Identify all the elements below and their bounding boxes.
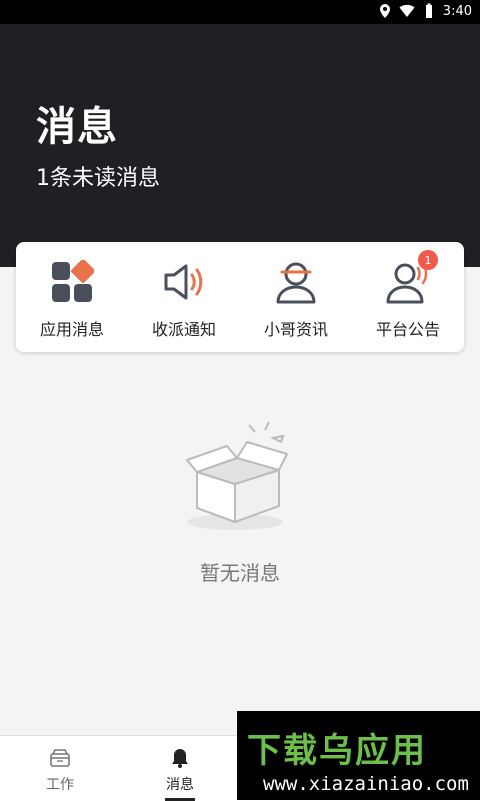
- unread-badge: 1: [418, 250, 438, 270]
- battery-icon: [425, 3, 432, 18]
- category-app-messages[interactable]: 应用消息: [16, 242, 128, 352]
- wifi-icon: [399, 4, 415, 17]
- empty-box-icon: [186, 421, 288, 530]
- empty-state: 暂无消息: [0, 420, 480, 586]
- category-label: 小哥资讯: [263, 320, 328, 339]
- category-dispatch-notice[interactable]: 收派通知: [128, 242, 240, 352]
- nav-item-work[interactable]: 工作: [0, 736, 120, 801]
- unread-count: 1条未读消息: [36, 166, 160, 191]
- empty-message: 暂无消息: [200, 561, 280, 585]
- status-icons: 3:40: [377, 3, 472, 19]
- nav-label: 工作: [46, 777, 74, 793]
- bell-icon: [172, 749, 188, 768]
- category-card: 应用消息 收派通知 小哥资讯 1 平台公告: [16, 242, 464, 352]
- watermark-url: www.xiazainiao.com: [263, 773, 469, 795]
- location-icon: [379, 4, 390, 18]
- category-label: 应用消息: [39, 320, 104, 339]
- announcement-icon-wrap: 1: [386, 250, 438, 304]
- nav-label: 消息: [166, 777, 194, 793]
- speaker-icon: [164, 264, 203, 300]
- category-courier-news[interactable]: 小哥资讯: [240, 242, 352, 352]
- category-platform-announcement[interactable]: 1 平台公告: [352, 242, 464, 352]
- nav-item-messages[interactable]: 消息: [120, 736, 240, 801]
- status-bar: 3:40: [0, 0, 480, 24]
- apps-grid-icon: [52, 260, 94, 302]
- watermark-banner: 下载乌应用 www.xiazainiao.com: [237, 711, 480, 800]
- courier-person-icon: [276, 262, 316, 304]
- header: 消息 1条未读消息: [0, 24, 480, 267]
- category-label: 收派通知: [151, 320, 216, 339]
- page-title: 消息: [36, 104, 118, 150]
- watermark-title: 下载乌应用: [247, 731, 427, 771]
- work-box-icon: [50, 749, 70, 767]
- category-label: 平台公告: [375, 320, 440, 339]
- status-time: 3:40: [442, 3, 472, 19]
